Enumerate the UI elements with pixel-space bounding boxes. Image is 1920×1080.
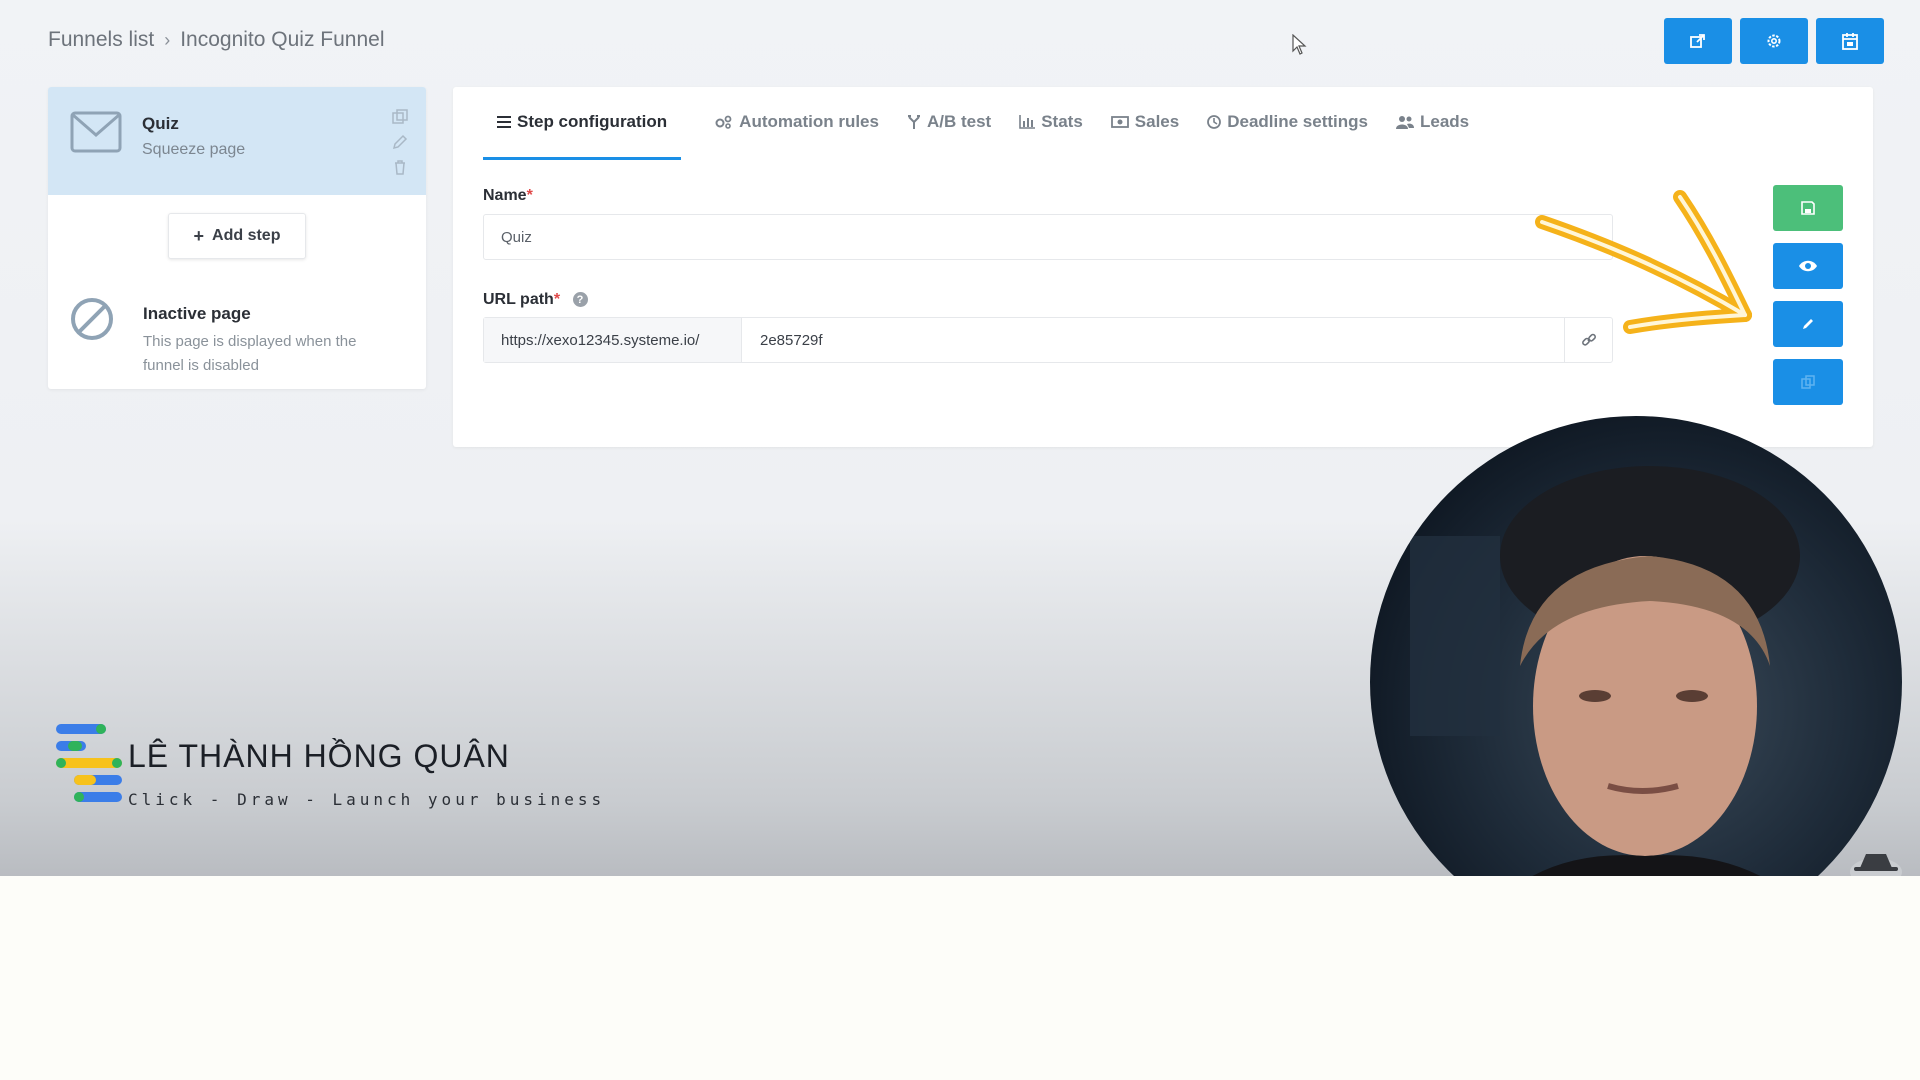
copy-icon xyxy=(1801,375,1815,389)
add-step-button[interactable]: + Add step xyxy=(168,213,306,259)
tab-stats[interactable]: Stats xyxy=(1005,87,1097,157)
presenter-video xyxy=(1410,466,1800,876)
calendar-icon xyxy=(1842,33,1858,50)
cogs-icon xyxy=(715,115,732,129)
help-icon[interactable]: ? xyxy=(572,292,588,308)
webcam-overlay xyxy=(1370,416,1902,876)
funnel-calendar-button[interactable] xyxy=(1816,18,1884,64)
brand-tagline: Click - Draw - Launch your business xyxy=(128,790,606,809)
top-actions xyxy=(1664,18,1884,64)
tab-label: Stats xyxy=(1041,112,1083,131)
annotation-arrow-icon xyxy=(1535,190,1752,334)
eye-icon xyxy=(1799,260,1817,272)
inactive-page-description: This page is displayed when the funnel i… xyxy=(143,333,357,374)
clock-icon xyxy=(1207,115,1222,129)
tab-label: Deadline settings xyxy=(1227,112,1368,131)
gear-icon xyxy=(1767,34,1781,48)
external-link-icon xyxy=(1690,34,1705,48)
name-label: Name* xyxy=(483,187,533,204)
pencil-icon xyxy=(1803,319,1813,329)
mail-icon xyxy=(70,111,122,153)
tab-sales[interactable]: Sales xyxy=(1097,87,1193,157)
name-input[interactable]: Quiz xyxy=(483,214,1613,260)
tab-deadline-settings[interactable]: Deadline settings xyxy=(1193,87,1382,157)
step-side-actions xyxy=(392,109,408,175)
plus-icon: + xyxy=(193,225,205,246)
funnel-settings-button[interactable] xyxy=(1740,18,1808,64)
tab-leads[interactable]: Leads xyxy=(1382,87,1483,157)
breadcrumb-separator: › xyxy=(164,29,171,50)
edit-step-icon[interactable] xyxy=(392,134,408,150)
tab-step-configuration[interactable]: Step configuration xyxy=(483,87,682,160)
mouse-cursor-icon xyxy=(1292,34,1307,55)
tab-label: Sales xyxy=(1134,112,1180,131)
add-step-label: Add step xyxy=(212,227,281,244)
tab-label: Automation rules xyxy=(739,112,879,131)
ban-icon xyxy=(71,298,113,340)
inactive-page-title[interactable]: Inactive page xyxy=(143,304,251,324)
trash-icon[interactable] xyxy=(392,159,408,175)
users-icon xyxy=(1395,116,1414,129)
tab-automation-rules[interactable]: Automation rules xyxy=(701,87,893,157)
list-icon xyxy=(497,116,511,128)
funnel-steps-panel: Quiz Squeeze page + Add step Inactive pa… xyxy=(48,87,426,389)
brand-logo-icon xyxy=(56,724,122,802)
save-icon xyxy=(1801,201,1815,215)
breadcrumb: Funnels list › Incognito Quiz Funnel xyxy=(48,28,385,52)
incognito-badge-icon xyxy=(1850,854,1902,876)
preview-button[interactable] xyxy=(1773,243,1843,289)
breadcrumb-current: Incognito Quiz Funnel xyxy=(180,28,385,51)
step-tabs: Step configuration Automation rules A/B … xyxy=(483,87,1483,160)
tab-label: A/B test xyxy=(926,112,992,131)
url-prefix: https://xexo12345.systeme.io/ xyxy=(484,318,742,362)
brand-name: LÊ THÀNH HỒNG QUÂN xyxy=(128,738,510,774)
duplicate-step-icon[interactable] xyxy=(392,109,408,125)
url-path-input[interactable]: 2e85729f xyxy=(742,318,1564,362)
tab-label: Step configuration xyxy=(517,112,668,131)
bar-chart-icon xyxy=(1019,115,1036,129)
breadcrumb-funnels-list[interactable]: Funnels list xyxy=(48,28,154,52)
step-item-quiz[interactable]: Quiz Squeeze page xyxy=(48,87,426,195)
open-funnel-button[interactable] xyxy=(1664,18,1732,64)
tab-label: Leads xyxy=(1419,112,1470,131)
tab-ab-test[interactable]: A/B test xyxy=(893,87,1005,157)
split-icon xyxy=(907,115,920,129)
url-path-label: URL path* ? xyxy=(483,291,588,309)
url-path-field: https://xexo12345.systeme.io/ 2e85729f xyxy=(483,317,1613,363)
save-button[interactable] xyxy=(1773,185,1843,231)
edit-page-button[interactable] xyxy=(1773,301,1843,347)
duplicate-page-button[interactable] xyxy=(1773,359,1843,405)
money-icon xyxy=(1110,116,1129,128)
page-actions xyxy=(1773,185,1843,405)
video-frame: Funnels list › Incognito Quiz Funnel Qui… xyxy=(0,0,1920,876)
step-subtitle: Squeeze page xyxy=(142,141,246,158)
step-title: Quiz xyxy=(142,114,179,133)
